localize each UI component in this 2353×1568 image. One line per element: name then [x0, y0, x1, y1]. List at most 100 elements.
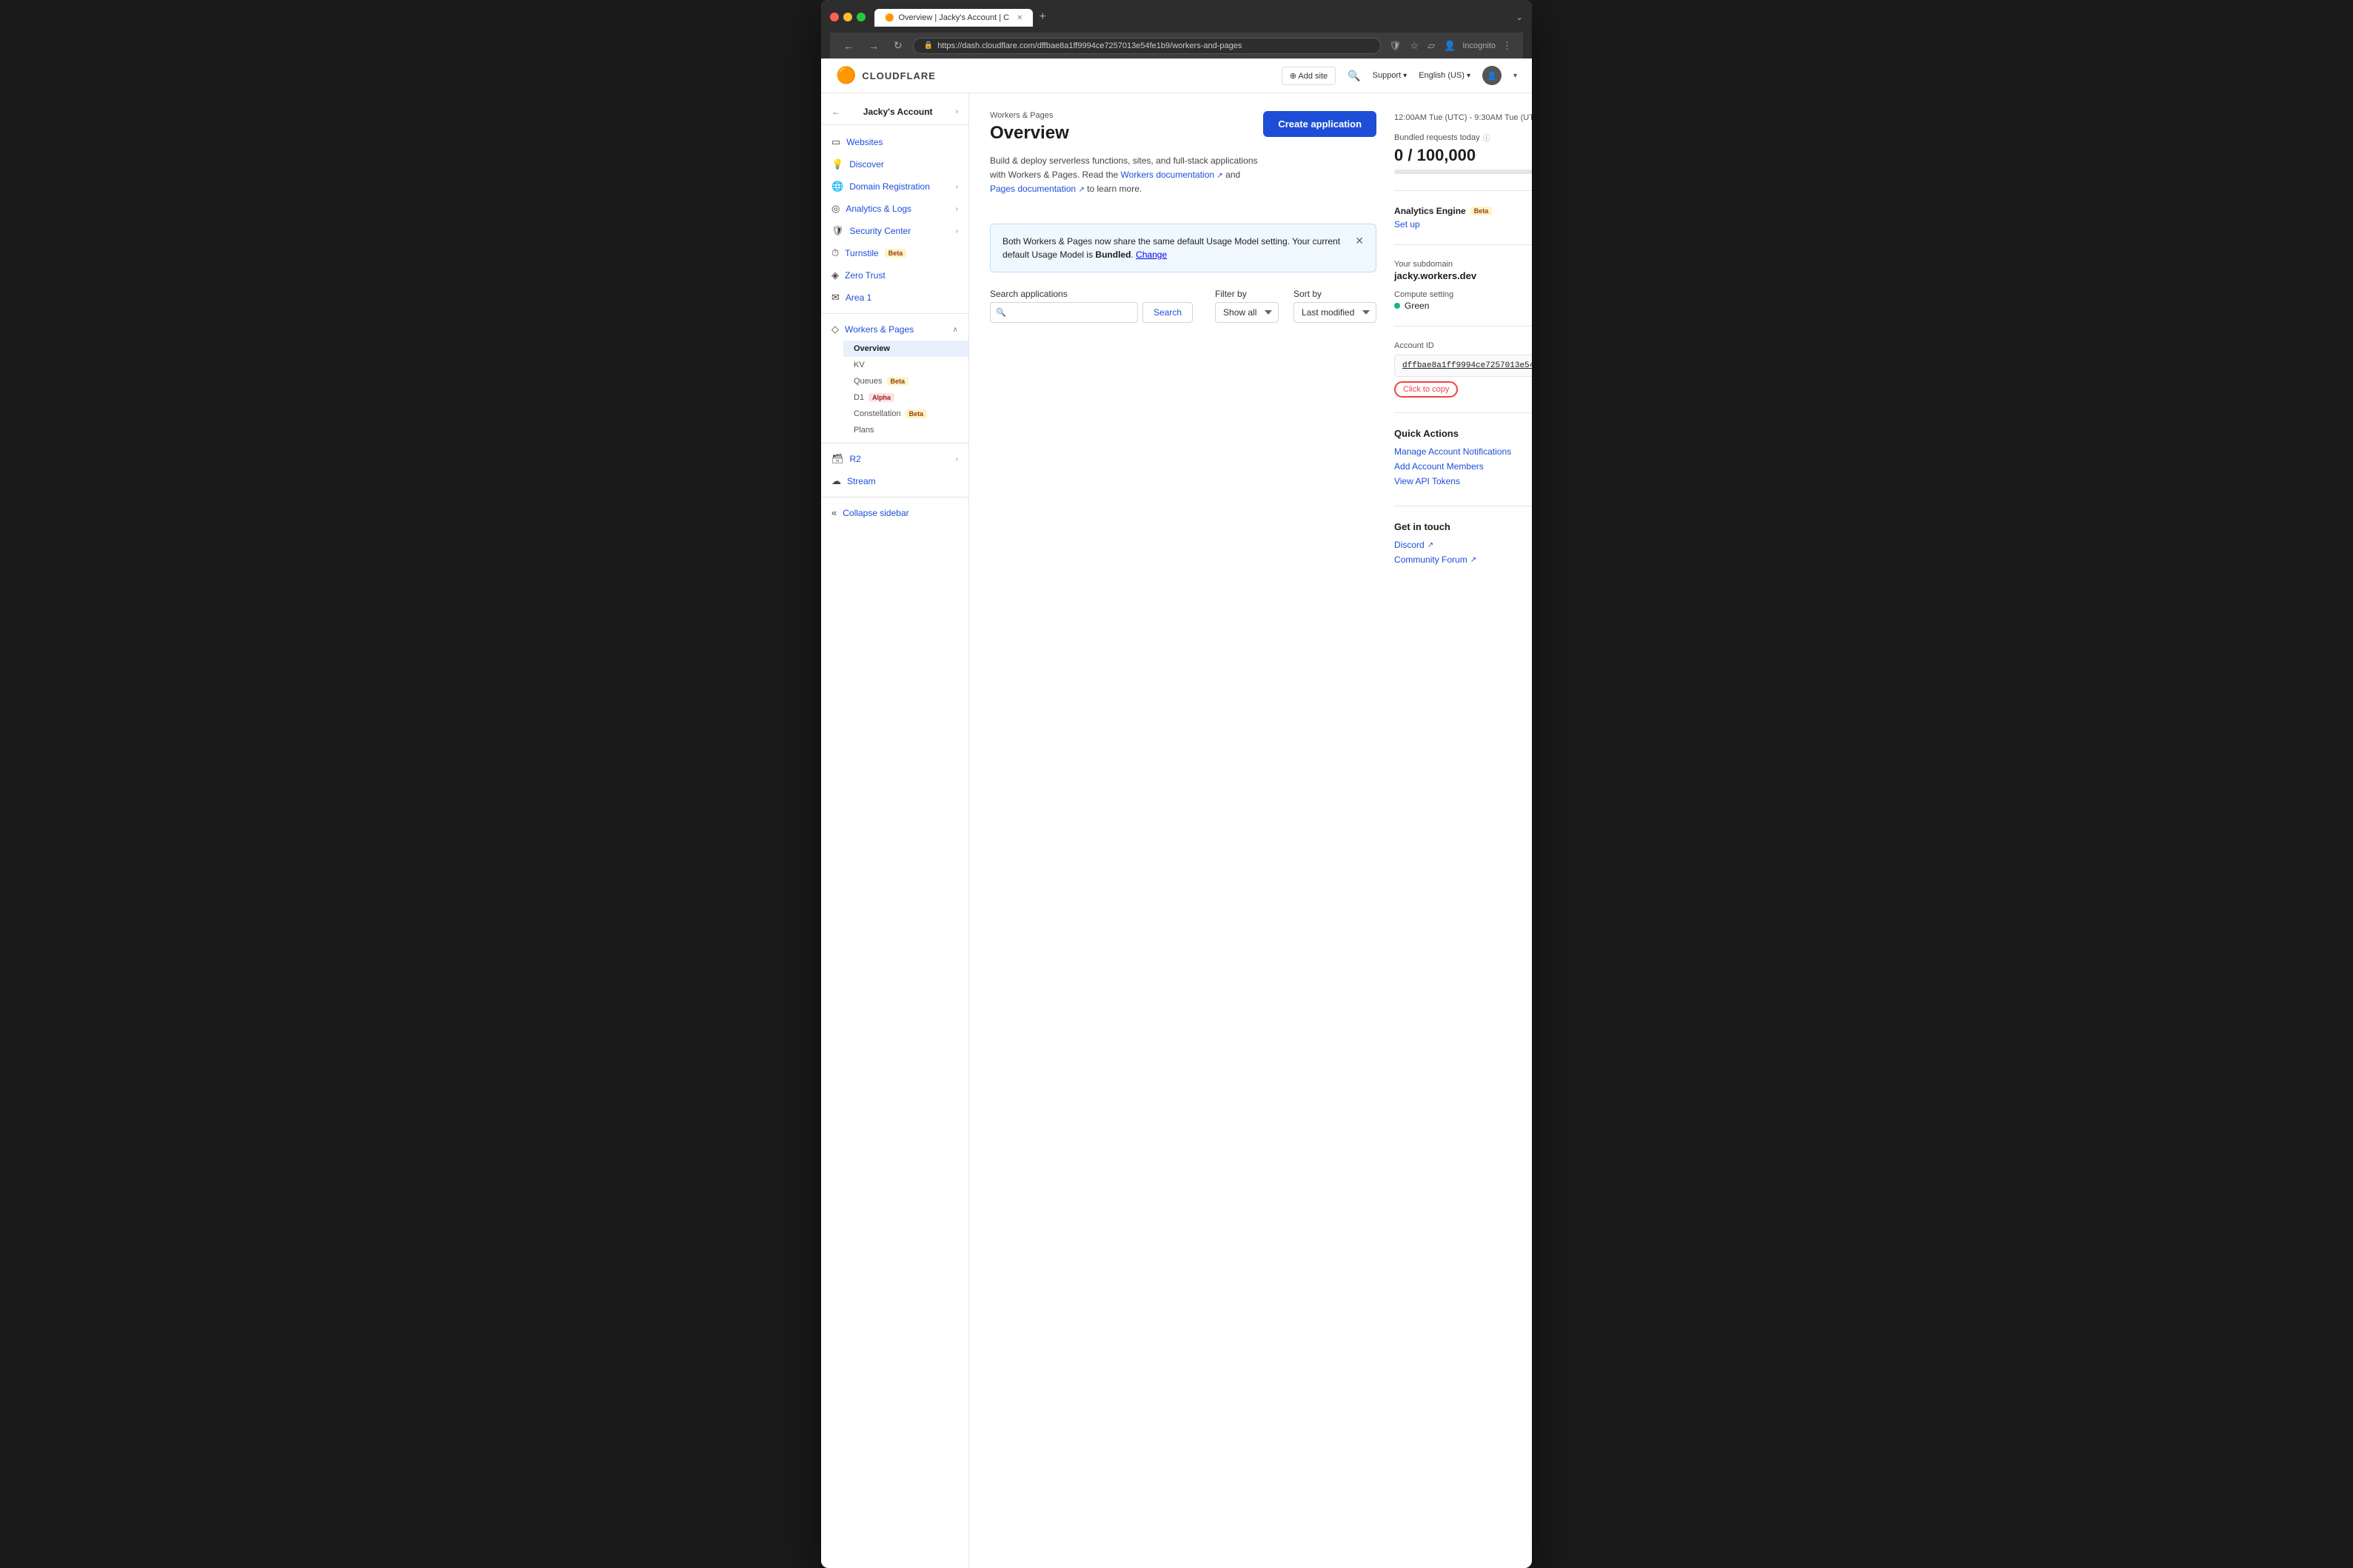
sidebar-label-turnstile: Turnstile	[845, 248, 879, 258]
view-api-tokens-link[interactable]: View API Tokens	[1394, 476, 1532, 486]
sidebar-label-area1: Area 1	[846, 292, 871, 303]
click-to-copy-btn[interactable]: Click to copy	[1394, 381, 1458, 398]
forward-btn[interactable]: →	[864, 38, 883, 54]
minimize-btn[interactable]	[843, 13, 852, 21]
sidebar-item-security-center[interactable]: 🛡 Security Center ›	[821, 220, 968, 242]
quick-actions-title: Quick Actions	[1394, 428, 1532, 439]
search-inline-icon: 🔍	[996, 307, 1006, 317]
account-name: Jacky's Account	[863, 107, 933, 117]
header-search-btn[interactable]: 🔍	[1348, 70, 1360, 82]
banner-content: Both Workers & Pages now share the same …	[1003, 235, 1348, 261]
queues-badge: Beta	[887, 377, 909, 386]
sidebar-item-websites[interactable]: ▭ Websites	[821, 131, 968, 153]
lock-icon: 🔒	[924, 41, 933, 50]
sidebar-back-btn[interactable]: ←	[831, 107, 840, 117]
sidebar-item-domain-registration[interactable]: 🌐 Domain Registration ›	[821, 175, 968, 198]
queues-label: Queues	[854, 377, 883, 386]
create-btn-wrap: Create application	[1263, 111, 1376, 137]
workers-submenu: Overview KV Queues Beta D1 Alpha Constel	[821, 341, 968, 438]
discord-link[interactable]: Discord ↗	[1394, 540, 1532, 550]
logo: 🟠 CLOUDFLARE	[836, 66, 936, 85]
menu-btn[interactable]: ⋮	[1500, 38, 1514, 54]
sort-label: Sort by	[1293, 289, 1376, 299]
sidebar-item-discover[interactable]: 💡 Discover	[821, 153, 968, 175]
pages-doc-link[interactable]: Pages documentation ↗	[990, 184, 1087, 194]
sidebar-item-workers-pages[interactable]: ◇ Workers & Pages ∧	[821, 318, 968, 341]
logo-text: CLOUDFLARE	[862, 70, 936, 81]
banner-text: Both Workers & Pages now share the same …	[1003, 236, 1340, 260]
sidebar-label-security: Security Center	[850, 226, 911, 236]
star-btn[interactable]: ☆	[1408, 38, 1422, 54]
incognito-label: Incognito	[1462, 41, 1496, 50]
sidebar-label-r2: R2	[850, 454, 861, 464]
sidebar-item-zero-trust[interactable]: ◈ Zero Trust	[821, 264, 968, 287]
add-members-link[interactable]: Add Account Members	[1394, 461, 1532, 472]
refresh-btn[interactable]: ↻	[889, 37, 907, 54]
search-filter-row: Search applications 🔍 Search	[990, 289, 1376, 323]
sidebar-sub-plans[interactable]: Plans	[843, 422, 968, 438]
close-btn[interactable]	[830, 13, 839, 21]
get-in-touch-title: Get in touch	[1394, 521, 1532, 532]
sidebar-label-workers: Workers & Pages	[845, 324, 914, 335]
support-link[interactable]: Support ▾	[1373, 71, 1408, 80]
stream-icon: ☁	[831, 475, 841, 487]
language-chevron: ▾	[1467, 72, 1470, 80]
page-header: Workers & Pages Overview Build & deploy …	[990, 111, 1263, 212]
workers-icon: ◇	[831, 324, 839, 335]
banner-close-btn[interactable]: ✕	[1355, 235, 1364, 247]
search-btn[interactable]: Search	[1142, 302, 1193, 323]
avatar-icon: 👤	[1487, 71, 1497, 81]
discover-icon: 💡	[831, 158, 843, 170]
add-site-btn[interactable]: ⊕ Add site	[1282, 67, 1336, 85]
sidebar-item-area1[interactable]: ✉ Area 1	[821, 287, 968, 309]
new-tab-btn[interactable]: +	[1033, 7, 1051, 27]
filter-label: Filter by	[1215, 289, 1279, 299]
kv-label: KV	[854, 361, 865, 369]
pages-ext-icon: ↗	[1078, 186, 1084, 194]
language-link[interactable]: English (US) ▾	[1419, 71, 1470, 80]
search-label: Search applications	[990, 289, 1193, 299]
sidebar-sub-constellation[interactable]: Constellation Beta	[843, 406, 968, 422]
maximize-btn[interactable]	[857, 13, 866, 21]
tab-favicon: 🟠	[885, 14, 894, 22]
avatar[interactable]: 👤	[1482, 66, 1502, 85]
content-header-row: Workers & Pages Overview Build & deploy …	[990, 111, 1376, 212]
sidebar-sub-queues[interactable]: Queues Beta	[843, 373, 968, 389]
plan-section: 12:00AM Tue (UTC) - 9:30AM Tue (UTC) Fre…	[1394, 111, 1532, 191]
sidebar-item-stream[interactable]: ☁ Stream	[821, 470, 968, 492]
manage-notifications-link[interactable]: Manage Account Notifications	[1394, 446, 1532, 457]
back-btn[interactable]: ←	[839, 38, 858, 54]
turnstile-badge: Beta	[885, 249, 907, 258]
search-input[interactable]	[990, 302, 1138, 323]
page-description: Build & deploy serverless functions, sit…	[990, 154, 1263, 197]
tab-view-btn[interactable]: ▱	[1425, 38, 1437, 54]
sidebar-item-r2[interactable]: 🗃 R2 ›	[821, 448, 968, 470]
sidebar-sub-d1[interactable]: D1 Alpha	[843, 389, 968, 406]
sidebar-sub-kv[interactable]: KV	[843, 357, 968, 373]
green-dot	[1394, 303, 1400, 309]
page-title: Overview	[990, 123, 1263, 144]
profile-btn[interactable]: 👤	[1442, 38, 1458, 54]
address-bar[interactable]: 🔒 https://dash.cloudflare.com/dffbae8a1f…	[913, 38, 1381, 54]
sidebar-item-turnstile[interactable]: ⏱ Turnstile Beta	[821, 242, 968, 264]
forum-ext-icon: ↗	[1470, 556, 1476, 564]
community-forum-link[interactable]: Community Forum ↗	[1394, 555, 1532, 565]
filter-select[interactable]: Show all Workers Pages	[1215, 302, 1279, 323]
workers-doc-link[interactable]: Workers documentation ↗	[1121, 170, 1226, 180]
active-tab[interactable]: 🟠 Overview | Jacky's Account | C ✕	[874, 9, 1033, 27]
sidebar-item-analytics-logs[interactable]: ◎ Analytics & Logs ›	[821, 198, 968, 220]
sidebar-label-zero-trust: Zero Trust	[845, 270, 886, 281]
shield-toolbar-icon[interactable]: 🛡	[1387, 38, 1404, 54]
plan-time: 12:00AM Tue (UTC) - 9:30AM Tue (UTC)	[1394, 113, 1532, 122]
sidebar-sub-overview[interactable]: Overview	[843, 341, 968, 357]
sidebar-collapse-btn[interactable]: « Collapse sidebar	[821, 502, 968, 523]
setup-link[interactable]: Set up	[1394, 219, 1420, 229]
tab-close-btn[interactable]: ✕	[1017, 14, 1022, 22]
sidebar: ← Jacky's Account › ▭ Websites 💡 Discove…	[821, 93, 969, 1568]
banner-change-link[interactable]: Change	[1136, 249, 1167, 260]
r2-icon: 🗃	[831, 453, 844, 465]
collapse-icon: «	[831, 507, 837, 518]
create-application-btn[interactable]: Create application	[1263, 111, 1376, 137]
app-header: 🟠 CLOUDFLARE ⊕ Add site 🔍 Support ▾ Engl…	[821, 58, 1532, 93]
sort-select[interactable]: Last modified Name Created	[1293, 302, 1376, 323]
